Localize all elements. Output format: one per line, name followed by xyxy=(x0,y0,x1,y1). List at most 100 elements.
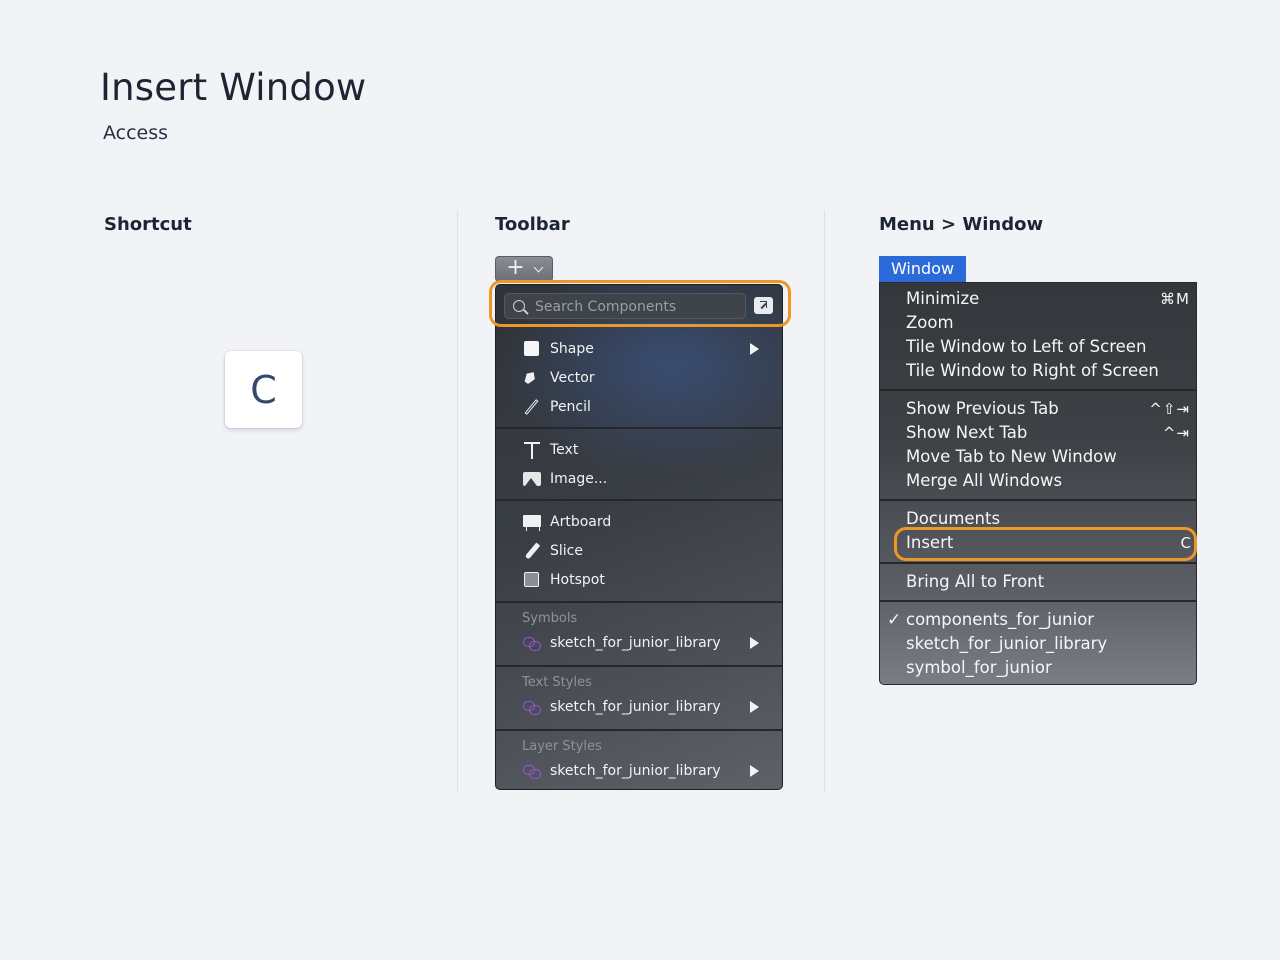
menu-item-label: Tile Window to Right of Screen xyxy=(906,361,1159,380)
menu-item-label: Zoom xyxy=(906,313,954,332)
checkmark-icon: ✓ xyxy=(887,610,902,630)
separator xyxy=(496,601,782,603)
menu-item-next-tab[interactable]: Show Next Tab ^⇥ xyxy=(906,421,1190,445)
insert-item-label: Hotspot xyxy=(550,572,605,588)
shape-icon xyxy=(523,340,541,358)
menu-item-tile-left[interactable]: Tile Window to Left of Screen xyxy=(906,335,1190,359)
menu-item-documents[interactable]: Documents xyxy=(906,507,1190,531)
text-styles-library-item[interactable]: sketch_for_junior_library xyxy=(523,696,773,718)
shortcut-key: C xyxy=(225,351,302,428)
menu-item-label: Show Next Tab xyxy=(906,423,1028,442)
menu-item-label: Merge All Windows xyxy=(906,471,1063,490)
page-title: Insert Window xyxy=(100,66,367,109)
search-icon xyxy=(513,300,525,312)
submenu-arrow-icon xyxy=(750,343,759,355)
plus-icon: + xyxy=(506,255,525,280)
library-link-icon xyxy=(523,634,541,652)
menu-item-previous-tab[interactable]: Show Previous Tab ^⇧⇥ xyxy=(906,397,1190,421)
search-field[interactable] xyxy=(504,293,746,319)
separator xyxy=(880,389,1196,391)
group-label-symbols: Symbols xyxy=(522,611,578,626)
insert-item-image[interactable]: Image... xyxy=(523,468,773,490)
insert-item-shape[interactable]: Shape xyxy=(523,338,773,360)
menu-item-window-library[interactable]: sketch_for_junior_library xyxy=(906,632,1190,656)
menu-item-label: Minimize xyxy=(906,289,980,308)
separator xyxy=(496,499,782,501)
insert-item-label: Shape xyxy=(550,341,594,357)
menu-item-merge-windows[interactable]: Merge All Windows xyxy=(906,469,1190,493)
insert-item-slice[interactable]: Slice xyxy=(523,540,773,562)
insert-popup-panel: Shape Vector Pencil Text Image... Artboa… xyxy=(495,284,783,790)
search-components-input[interactable] xyxy=(533,296,742,318)
shortcut-heading: Shortcut xyxy=(104,214,192,235)
insert-item-label: Artboard xyxy=(550,514,612,530)
window-menu-title[interactable]: Window xyxy=(879,256,966,282)
menu-item-shortcut: ^⇥ xyxy=(1162,424,1190,442)
menu-item-minimize[interactable]: Minimize ⌘M xyxy=(906,287,1190,311)
slice-icon xyxy=(523,542,541,560)
menu-item-shortcut: ⌘M xyxy=(1160,290,1190,308)
separator xyxy=(496,427,782,429)
separator xyxy=(880,499,1196,501)
toolbar-heading: Toolbar xyxy=(495,214,570,235)
separator xyxy=(880,600,1196,602)
menu-item-window-components[interactable]: components_for_junior xyxy=(906,608,1190,632)
column-divider xyxy=(824,210,825,792)
insert-item-label: Vector xyxy=(550,370,595,386)
menu-item-move-tab[interactable]: Move Tab to New Window xyxy=(906,445,1190,469)
group-label-layer-styles: Layer Styles xyxy=(522,739,602,754)
column-divider xyxy=(457,210,458,792)
library-label: sketch_for_junior_library xyxy=(550,635,721,651)
layer-styles-library-item[interactable]: sketch_for_junior_library xyxy=(523,760,773,782)
menu-item-window-symbol[interactable]: symbol_for_junior xyxy=(906,656,1190,680)
text-icon xyxy=(523,441,541,459)
pencil-icon xyxy=(523,398,541,416)
menu-item-label: Show Previous Tab xyxy=(906,399,1059,418)
window-menu: Minimize ⌘M Zoom Tile Window to Left of … xyxy=(879,282,1197,685)
separator xyxy=(880,562,1196,564)
insert-item-label: Pencil xyxy=(550,399,591,415)
insert-item-text[interactable]: Text xyxy=(523,439,773,461)
insert-item-label: Image... xyxy=(550,471,608,487)
submenu-arrow-icon xyxy=(750,765,759,777)
library-link-icon xyxy=(523,762,541,780)
library-label: sketch_for_junior_library xyxy=(550,699,721,715)
submenu-arrow-icon xyxy=(750,701,759,713)
menu-item-zoom[interactable]: Zoom xyxy=(906,311,1190,335)
menu-item-label: components_for_junior xyxy=(906,610,1095,629)
menu-item-label: symbol_for_junior xyxy=(906,658,1052,677)
group-label-text-styles: Text Styles xyxy=(522,675,592,690)
symbols-library-item[interactable]: sketch_for_junior_library xyxy=(523,632,773,654)
menu-item-label: Insert xyxy=(906,533,954,552)
separator xyxy=(496,729,782,731)
insert-item-label: Slice xyxy=(550,543,583,559)
menu-item-label: sketch_for_junior_library xyxy=(906,634,1108,653)
menu-heading: Menu > Window xyxy=(879,214,1044,235)
artboard-icon xyxy=(523,513,541,531)
hotspot-icon xyxy=(523,571,541,589)
library-label: sketch_for_junior_library xyxy=(550,763,721,779)
menu-item-label: Bring All to Front xyxy=(906,572,1045,591)
menu-item-label: Tile Window to Left of Screen xyxy=(906,337,1147,356)
insert-toolbar-button[interactable]: + xyxy=(495,256,553,282)
open-insert-window-icon[interactable] xyxy=(754,297,773,314)
submenu-arrow-icon xyxy=(750,637,759,649)
chevron-down-icon xyxy=(533,262,544,272)
library-link-icon xyxy=(523,698,541,716)
menu-item-tile-right[interactable]: Tile Window to Right of Screen xyxy=(906,359,1190,383)
menu-item-shortcut: C xyxy=(1180,534,1192,552)
menu-item-insert[interactable]: Insert C xyxy=(906,531,1192,555)
insert-item-hotspot[interactable]: Hotspot xyxy=(523,569,773,591)
menu-item-label: Move Tab to New Window xyxy=(906,447,1117,466)
menu-item-shortcut: ^⇧⇥ xyxy=(1149,400,1190,418)
menu-item-label: Documents xyxy=(906,509,1001,528)
separator xyxy=(496,665,782,667)
insert-item-vector[interactable]: Vector xyxy=(523,367,773,389)
page-subtitle: Access xyxy=(103,122,169,144)
image-icon xyxy=(523,470,541,488)
menu-item-bring-all-to-front[interactable]: Bring All to Front xyxy=(906,570,1190,594)
insert-item-pencil[interactable]: Pencil xyxy=(523,396,773,418)
insert-item-label: Text xyxy=(550,442,579,458)
insert-item-artboard[interactable]: Artboard xyxy=(523,511,773,533)
pen-icon xyxy=(523,369,541,387)
